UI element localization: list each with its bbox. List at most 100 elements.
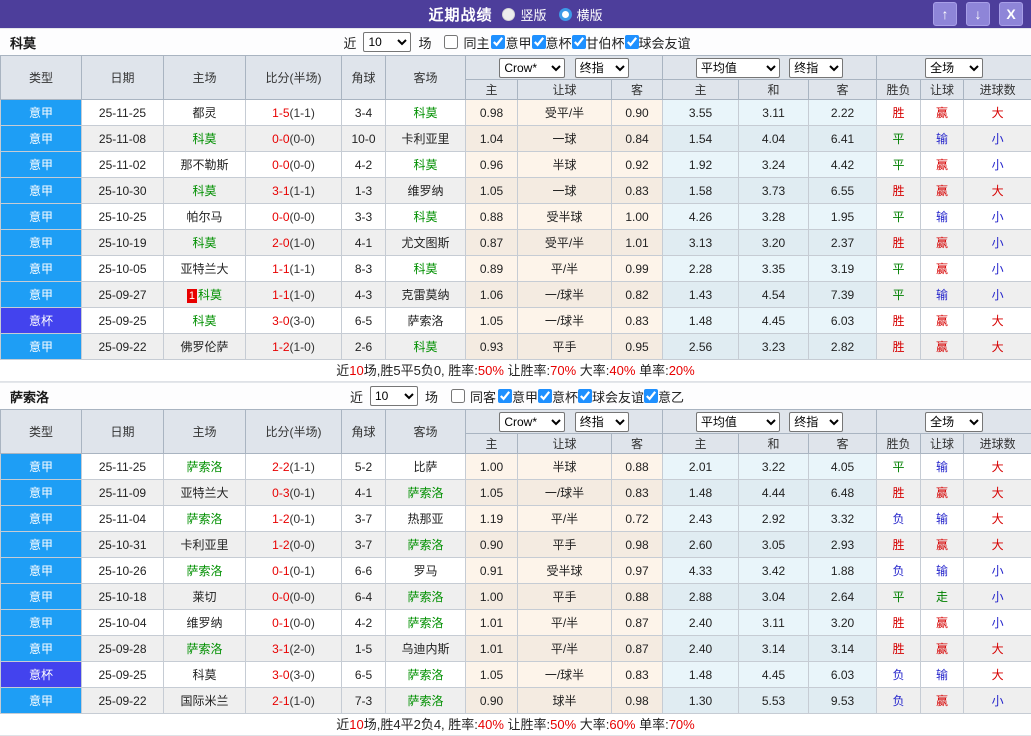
cell-date: 25-09-22 bbox=[82, 688, 164, 714]
league-checkbox-input[interactable] bbox=[644, 389, 658, 403]
cell-home-team: 科莫 bbox=[164, 230, 246, 256]
odds-source-select[interactable]: Crow* bbox=[499, 58, 565, 78]
cell-result-handicap: 输 bbox=[921, 558, 964, 584]
same-venue-checkbox[interactable]: 同主 bbox=[444, 33, 489, 52]
cell-odds-handicap: 半球 bbox=[518, 152, 612, 178]
league-checkbox[interactable]: 意甲 bbox=[491, 33, 531, 52]
cell-avg-home: 2.28 bbox=[663, 256, 739, 282]
cell-corners: 1-5 bbox=[342, 636, 386, 662]
halftime-score: (0-1) bbox=[290, 512, 315, 526]
cell-odds-away: 0.87 bbox=[612, 636, 663, 662]
league-checkbox-input[interactable] bbox=[625, 35, 639, 49]
league-filter-checkboxes: 意甲意杯球会友谊意乙 bbox=[498, 387, 684, 406]
cell-home-team: 亚特兰大 bbox=[164, 480, 246, 506]
cell-avg-home: 1.30 bbox=[663, 688, 739, 714]
cell-odds-home: 1.00 bbox=[466, 584, 518, 610]
avg-source-select[interactable]: 平均值 bbox=[696, 412, 780, 432]
cell-odds-home: 0.98 bbox=[466, 100, 518, 126]
same-venue-checkbox-input[interactable] bbox=[451, 389, 465, 403]
match-row: 意甲25-09-22佛罗伦萨1-2(1-0)2-6科莫0.93平手0.952.5… bbox=[1, 334, 1031, 360]
cell-result-wl: 胜 bbox=[877, 100, 921, 126]
home-team-name: 科莫 bbox=[192, 132, 216, 146]
scope-select[interactable]: 全场 bbox=[925, 412, 983, 432]
avg-select-header: 平均值 终指 bbox=[663, 56, 877, 80]
home-team-name: 科莫 bbox=[192, 668, 216, 682]
scope-select[interactable]: 全场 bbox=[925, 58, 983, 78]
cell-odds-home: 1.01 bbox=[466, 636, 518, 662]
fulltime-score: 0-1 bbox=[272, 564, 289, 578]
odds-stage-select[interactable]: 终指 bbox=[575, 58, 629, 78]
cell-match-type: 意甲 bbox=[1, 152, 82, 178]
league-checkbox-input[interactable] bbox=[491, 35, 505, 49]
halftime-score: (2-0) bbox=[290, 642, 315, 656]
league-checkbox[interactable]: 意甲 bbox=[498, 387, 538, 406]
cell-home-team: 维罗纳 bbox=[164, 610, 246, 636]
home-team-name: 帕尔马 bbox=[186, 210, 222, 224]
cell-odds-away: 0.98 bbox=[612, 688, 663, 714]
cell-odds-away: 0.83 bbox=[612, 178, 663, 204]
league-checkbox-label: 意甲 bbox=[505, 33, 531, 52]
same-venue-checkbox[interactable]: 同客 bbox=[451, 387, 496, 406]
cell-result-goals: 小 bbox=[964, 558, 1031, 584]
cell-avg-home: 2.56 bbox=[663, 334, 739, 360]
league-checkbox[interactable]: 球会友谊 bbox=[625, 33, 691, 52]
avg-source-select[interactable]: 平均值 bbox=[696, 58, 780, 78]
cell-home-team: 那不勒斯 bbox=[164, 152, 246, 178]
league-checkbox-input[interactable] bbox=[532, 35, 546, 49]
league-checkbox[interactable]: 意杯 bbox=[538, 387, 578, 406]
cell-avg-home: 1.48 bbox=[663, 308, 739, 334]
cell-avg-draw: 3.22 bbox=[739, 454, 809, 480]
cell-home-team: 都灵 bbox=[164, 100, 246, 126]
match-count-select[interactable]: 10 bbox=[363, 32, 411, 52]
close-button[interactable]: X bbox=[999, 2, 1023, 26]
avg-stage-select[interactable]: 终指 bbox=[789, 58, 843, 78]
cell-home-team: 佛罗伦萨 bbox=[164, 334, 246, 360]
cell-avg-home: 3.55 bbox=[663, 100, 739, 126]
same-venue-checkbox-input[interactable] bbox=[444, 35, 458, 49]
match-count-select[interactable]: 10 bbox=[370, 386, 418, 406]
cell-result-handicap: 赢 bbox=[921, 100, 964, 126]
radio-unselected-icon[interactable] bbox=[559, 8, 572, 21]
cell-avg-draw: 3.23 bbox=[739, 334, 809, 360]
odds-stage-select[interactable]: 终指 bbox=[575, 412, 629, 432]
cell-odds-handicap: 一球 bbox=[518, 178, 612, 204]
near-label: 近 bbox=[343, 33, 356, 52]
fulltime-score: 0-0 bbox=[272, 210, 289, 224]
cell-odds-away: 0.98 bbox=[612, 532, 663, 558]
cell-corners: 2-6 bbox=[342, 334, 386, 360]
radio-selected-icon[interactable] bbox=[502, 8, 515, 21]
league-checkbox-label: 甘伯杯 bbox=[586, 33, 625, 52]
league-checkbox[interactable]: 甘伯杯 bbox=[572, 33, 625, 52]
cell-odds-away: 0.88 bbox=[612, 454, 663, 480]
league-checkbox[interactable]: 意杯 bbox=[532, 33, 572, 52]
team-section: 科莫 近 10 场 同主 意甲意杯甘伯杯球会友谊 bbox=[0, 28, 1031, 382]
league-checkbox-input[interactable] bbox=[498, 389, 512, 403]
league-checkbox-input[interactable] bbox=[538, 389, 552, 403]
cell-match-type: 意杯 bbox=[1, 662, 82, 688]
view-mode-radio[interactable]: 横版 bbox=[559, 5, 603, 24]
fulltime-score: 3-1 bbox=[272, 184, 289, 198]
cell-corners: 6-5 bbox=[342, 662, 386, 688]
cell-avg-draw: 3.20 bbox=[739, 230, 809, 256]
fulltime-score: 1-1 bbox=[272, 288, 289, 302]
league-checkbox[interactable]: 意乙 bbox=[644, 387, 684, 406]
avg-stage-select[interactable]: 终指 bbox=[789, 412, 843, 432]
summary-highlight: 70% bbox=[669, 717, 695, 732]
league-checkbox[interactable]: 球会友谊 bbox=[578, 387, 644, 406]
home-team-name: 都灵 bbox=[192, 106, 216, 120]
league-checkbox-input[interactable] bbox=[578, 389, 592, 403]
league-checkbox-input[interactable] bbox=[572, 35, 586, 49]
cell-avg-home: 2.60 bbox=[663, 532, 739, 558]
cell-avg-draw: 3.14 bbox=[739, 636, 809, 662]
cell-corners: 4-1 bbox=[342, 480, 386, 506]
halftime-score: (3-0) bbox=[290, 314, 315, 328]
scroll-down-button[interactable]: ↓ bbox=[966, 2, 990, 26]
cell-odds-away: 1.01 bbox=[612, 230, 663, 256]
odds-source-select[interactable]: Crow* bbox=[499, 412, 565, 432]
cell-score: 1-1(1-1) bbox=[246, 256, 342, 282]
cell-date: 25-11-09 bbox=[82, 480, 164, 506]
scroll-up-button[interactable]: ↑ bbox=[933, 2, 957, 26]
cell-result-wl: 平 bbox=[877, 454, 921, 480]
cell-odds-away: 0.92 bbox=[612, 152, 663, 178]
view-mode-radio[interactable]: 竖版 bbox=[502, 5, 546, 24]
